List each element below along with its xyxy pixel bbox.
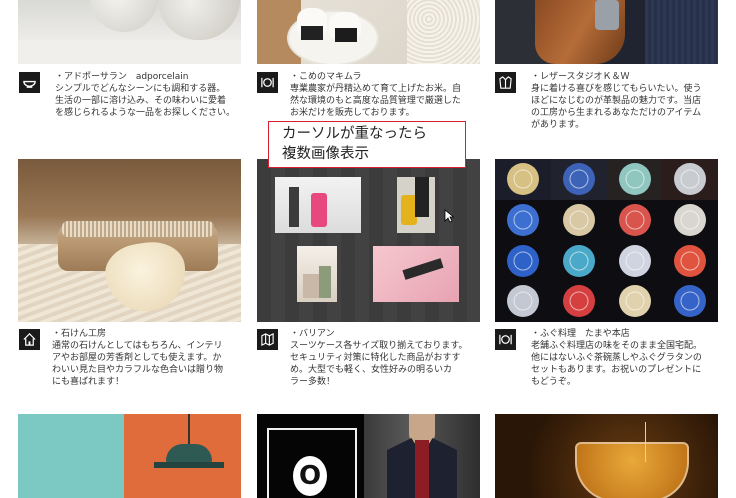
hover-thumbnail-pink-suitcase[interactable] xyxy=(275,177,361,233)
house-icon xyxy=(19,329,40,350)
card-title: ・バリアン xyxy=(290,329,335,339)
product-image-lamp[interactable] xyxy=(18,414,241,498)
hover-thumbnail-room[interactable] xyxy=(297,246,337,302)
mouse-cursor-icon xyxy=(444,209,454,223)
card-description-soap: ・石けん工房 通常の石けんとしてはもちろん、インテリ アやお部屋の芳香剤としても… xyxy=(52,329,224,387)
card-title: ・石けん工房 xyxy=(52,329,107,339)
hover-hint-callout: カーソルが重なったら 複数画像表示 xyxy=(268,121,466,168)
product-image-leather[interactable] xyxy=(495,0,718,64)
plate-grid xyxy=(495,159,718,317)
dining-plate-icon xyxy=(495,329,516,350)
card-description-adporcelain: ・アドポーサラン adporcelain シンプルでどんなシーンにも調和する器。… xyxy=(55,72,236,118)
card-title: ・レザースタジオＫ＆Ｗ xyxy=(531,72,630,82)
bowl-icon xyxy=(19,72,40,93)
hover-thumbnail-pink-case-detail[interactable] xyxy=(373,246,459,302)
product-image-rice[interactable] xyxy=(257,0,480,64)
card-title: ・こめのマキムラ xyxy=(290,72,362,82)
card-description-valiant: ・バリアン スーツケース各サイズ取り揃えております。 セキュリティ対策に特化した… xyxy=(290,329,468,387)
product-image-soap[interactable] xyxy=(18,159,241,322)
card-title: ・アドポーサラン adporcelain xyxy=(55,72,189,82)
dining-plate-icon xyxy=(257,72,278,93)
tile-letter: O xyxy=(298,461,322,491)
card-description-makimura: ・こめのマキムラ 専業農家が丹精込めて育て上げたお米。自 然な環境のもと高度な品… xyxy=(290,72,462,118)
product-image-tea[interactable] xyxy=(495,414,718,498)
hover-thumbnail-yellow-case[interactable] xyxy=(397,177,435,233)
card-title: ・ふぐ料理 たまや本店 xyxy=(531,329,630,339)
card-description-fugu: ・ふぐ料理 たまや本店 老舗ふぐ料理店の味をそのまま全国宅配。 他にはないふぐ茶… xyxy=(531,329,703,387)
map-icon xyxy=(257,329,278,350)
card-description-leather: ・レザースタジオＫ＆Ｗ 身に着ける喜びを感じてもらいたい。使う ほどになじむのが… xyxy=(531,72,702,130)
product-image-fugu-plates[interactable] xyxy=(495,159,718,322)
product-image-ceramics[interactable] xyxy=(18,0,241,64)
product-image-suit[interactable]: O xyxy=(257,414,480,498)
jacket-icon xyxy=(495,72,516,93)
